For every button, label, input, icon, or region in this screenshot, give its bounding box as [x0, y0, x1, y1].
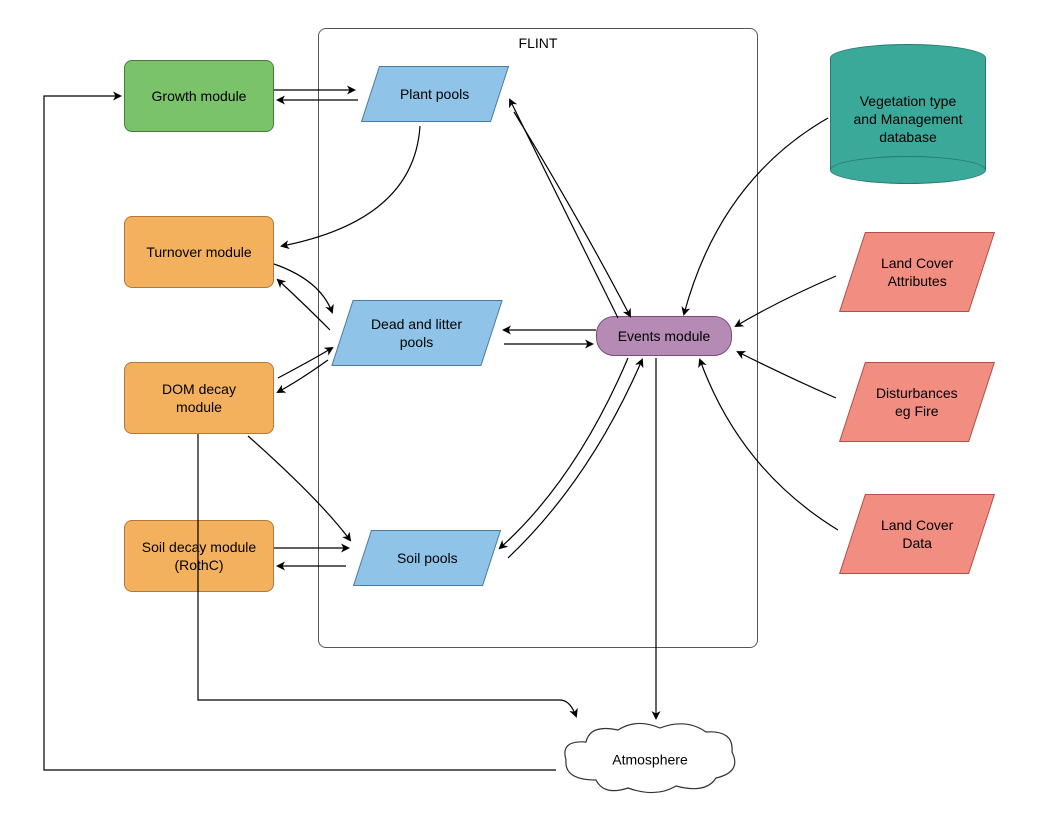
dead-litter-pools-node: Dead and litter pools	[331, 300, 502, 366]
disturbances-label: Disturbances eg Fire	[876, 384, 958, 420]
growth-module-node: Growth module	[124, 60, 274, 132]
turnover-module-node: Turnover module	[124, 216, 274, 288]
growth-module-label: Growth module	[152, 87, 247, 105]
dead-litter-pools-label: Dead and litter pools	[371, 315, 462, 351]
flint-label: FLINT	[519, 35, 558, 51]
land-cover-data-label: Land Cover Data	[881, 516, 953, 552]
atmosphere-label: Atmosphere	[612, 752, 687, 768]
dom-decay-module-label: DOM decay module	[162, 380, 236, 416]
land-cover-attributes-node: Land Cover Attributes	[839, 232, 995, 312]
land-cover-data-node: Land Cover Data	[839, 494, 995, 574]
events-module-node: Events module	[596, 316, 732, 356]
plant-pools-label: Plant pools	[400, 85, 469, 103]
vegetation-database-node: Vegetation type and Management database	[830, 44, 986, 184]
plant-pools-node: Plant pools	[361, 66, 509, 122]
atmosphere-node: Atmosphere	[556, 720, 744, 796]
soil-decay-module-node: Soil decay module (RothC)	[124, 520, 274, 592]
dom-decay-module-node: DOM decay module	[124, 362, 274, 434]
diagram-container: FLINT Growth module Turnover module DOM …	[0, 0, 1045, 836]
events-module-label: Events module	[618, 327, 711, 345]
soil-decay-module-label: Soil decay module (RothC)	[142, 538, 256, 574]
vegetation-database-label: Vegetation type and Management database	[830, 92, 986, 147]
land-cover-attributes-label: Land Cover Attributes	[881, 254, 953, 290]
disturbances-node: Disturbances eg Fire	[839, 362, 995, 442]
soil-pools-label: Soil pools	[397, 549, 458, 567]
soil-pools-node: Soil pools	[353, 530, 501, 586]
turnover-module-label: Turnover module	[146, 243, 251, 261]
